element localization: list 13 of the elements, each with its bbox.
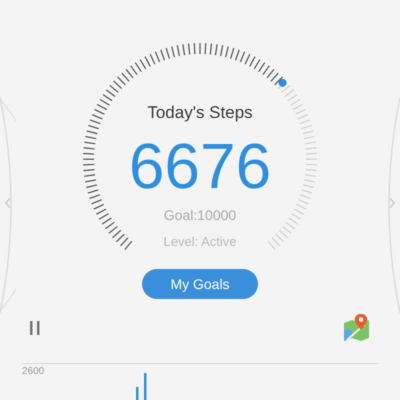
chart-axis-label: 2600 xyxy=(22,366,44,378)
map-pin-icon[interactable] xyxy=(343,314,371,342)
pause-icon[interactable] xyxy=(29,320,41,336)
step-count: 6676 xyxy=(128,133,272,199)
progress-marker xyxy=(278,78,287,87)
gauge-title: Today's Steps xyxy=(147,103,253,123)
side-card-edge[interactable] xyxy=(0,95,16,315)
chevron-right-icon[interactable] xyxy=(389,197,395,209)
activity-level-text: Level: Active xyxy=(164,234,236,249)
chevron-left-icon[interactable] xyxy=(5,197,11,209)
goal-text: Goal:10000 xyxy=(164,207,236,223)
my-goals-button[interactable]: My Goals xyxy=(142,269,258,299)
step-bar-chart xyxy=(135,373,147,400)
